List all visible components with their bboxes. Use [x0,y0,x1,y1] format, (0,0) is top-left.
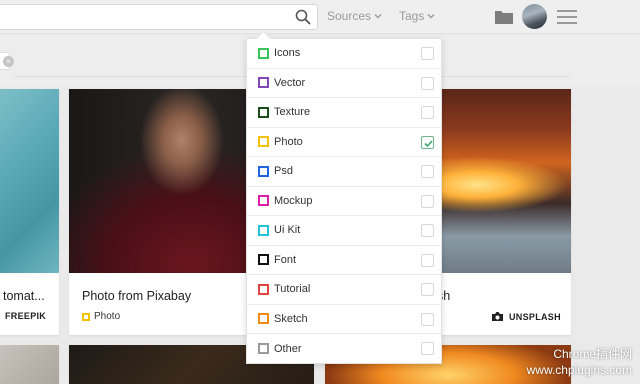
tag-checkbox[interactable] [421,47,434,60]
card-image [0,89,59,273]
folder-icon[interactable] [494,9,514,25]
tag-option-mockup[interactable]: Mockup [247,187,441,216]
tag-color-swatch [258,106,269,118]
tag-checkbox[interactable] [421,312,434,326]
tag-checkbox[interactable] [421,76,434,90]
tag-color-swatch [82,312,90,321]
sources-dropdown[interactable]: Sources [327,9,382,23]
tag-checkbox[interactable] [421,224,434,237]
tags-label: Tags [399,9,425,23]
watermark-line-2: www.chplugins.com [526,363,632,377]
tag-color-swatch [258,136,269,148]
tag-option-ui-kit[interactable]: Ui Kit [247,216,441,246]
chevron-down-icon [374,14,382,19]
search-icon[interactable] [295,9,311,25]
tag-option-label: Tutorial [274,283,311,296]
sources-label: Sources [327,9,372,23]
tag-checkbox[interactable] [421,106,434,119]
close-icon[interactable]: × [3,56,14,67]
card-left[interactable]: tomat... FREEPIK [0,89,59,335]
tag-color-swatch [258,283,269,295]
tag-color-swatch [258,77,269,89]
tag-option-label: Psd [274,165,293,178]
tag-option-icons[interactable]: Icons [247,39,441,69]
tag-option-label: Icons [274,47,301,60]
tag-color-swatch [258,343,269,355]
tag-color-swatch [258,165,269,177]
tag-option-tutorial[interactable]: Tutorial [247,275,441,305]
tag-color-swatch [258,254,269,266]
card-tag: Photo [82,311,120,322]
tags-dropdown-menu: Icons Vector Texture Photo Psd Mockup Ui Kit Fo… [246,38,442,364]
tag-option-vector[interactable]: Vector [247,69,441,98]
tag-color-swatch [258,195,269,207]
card-source: FREEPIK [0,311,46,321]
tag-option-texture[interactable]: Texture [247,98,441,128]
tag-option-label: Vector [274,76,306,89]
top-bar: Sources Tags [0,0,640,34]
tag-option-label: Other [274,342,302,355]
tag-option-label: Photo [274,135,303,148]
tag-checkbox[interactable] [421,342,434,355]
card-image [0,345,59,384]
tag-checkbox[interactable] [421,135,434,149]
tag-checkbox[interactable] [421,194,434,208]
tag-checkbox[interactable] [421,253,434,267]
tag-option-label: Texture [274,106,311,119]
card-title: tomat... [3,289,45,303]
tag-option-font[interactable]: Font [247,246,441,275]
tag-option-photo[interactable]: Photo [247,128,441,157]
tag-checkbox[interactable] [421,165,434,178]
tag-option-label: Mockup [274,194,313,207]
check-icon [424,139,433,147]
hamburger-menu-icon[interactable] [556,9,578,25]
filter-chip[interactable]: × [0,52,14,70]
camera-icon [492,312,503,321]
chevron-down-icon [427,14,435,19]
card-tag-label: Photo [94,311,121,322]
tag-color-swatch [258,47,269,59]
tag-option-other[interactable]: Other [247,334,441,364]
watermark: Chrome插件网 www.chplugins.com [527,346,632,378]
tag-option-label: Font [274,253,297,266]
tag-option-label: Ui Kit [274,224,301,237]
tag-option-label: Sketch [274,312,308,325]
watermark-line-1: Chrome插件网 [553,347,632,361]
tag-option-sketch[interactable]: Sketch [247,305,441,334]
avatar[interactable] [522,4,547,29]
card-title: Photo from Pixabay [82,289,192,303]
tag-color-swatch [258,313,269,325]
card-source: UNSPLASH [491,311,561,322]
card-source-label: FREEPIK [5,311,47,321]
tag-option-psd[interactable]: Psd [247,157,441,187]
card-bottom-left[interactable] [0,345,59,384]
search-input[interactable] [0,4,318,30]
card-source-label: UNSPLASH [509,311,561,322]
tags-dropdown[interactable]: Tags [399,9,435,23]
tag-color-swatch [258,224,269,236]
tag-checkbox[interactable] [421,283,434,296]
